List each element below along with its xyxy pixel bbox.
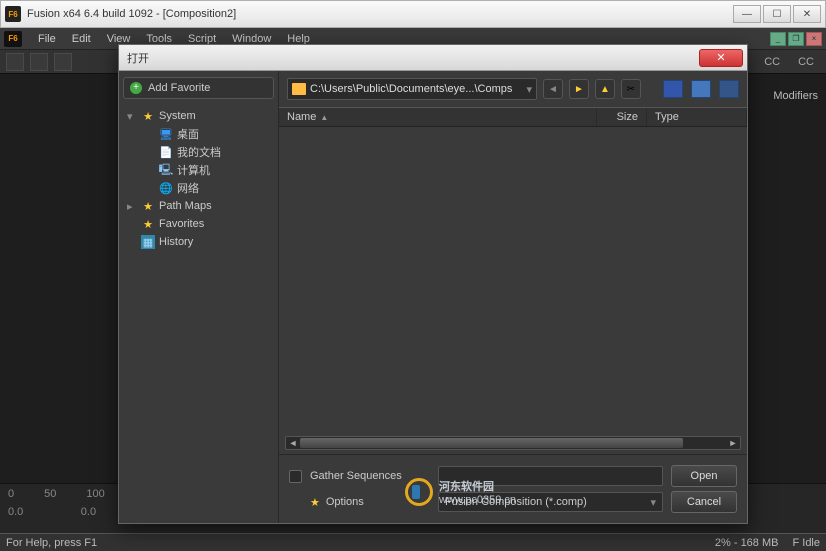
computer-icon: 🖳 [159, 163, 173, 177]
open-button[interactable]: Open [671, 465, 737, 487]
star-icon: ★ [141, 199, 155, 213]
monitor-icon: 🖥 [159, 127, 173, 141]
column-name[interactable]: Name▲ [279, 108, 597, 126]
star-icon: ★ [310, 496, 320, 509]
nav-back-button[interactable]: ◄ [543, 79, 563, 99]
window-title: Fusion x64 6.4 build 1092 - [Composition… [27, 8, 731, 20]
menu-file[interactable]: File [30, 28, 64, 49]
path-input[interactable]: C:\Users\Public\Documents\eye...\Comps ▾ [287, 78, 537, 100]
cancel-button[interactable]: Cancel [671, 491, 737, 513]
time-start[interactable]: 0.0 [8, 506, 48, 518]
folder-tree: ▾★System 🖥桌面 📄我的文档 🖳计算机 🌐网络 ▸★Path Maps … [123, 107, 274, 251]
dialog-title: 打开 [123, 50, 699, 66]
add-favorite-label: Add Favorite [148, 82, 210, 94]
sort-asc-icon: ▲ [320, 113, 328, 122]
folder-icon: 📄 [159, 145, 173, 159]
status-memory: 2% - 168 MB [715, 537, 779, 549]
gather-sequences-label: Gather Sequences [310, 470, 430, 482]
chevron-down-icon[interactable]: ▾ [526, 83, 532, 96]
nav-refresh-button[interactable]: ✂ [621, 79, 641, 99]
nav-forward-button[interactable]: ► [569, 79, 589, 99]
mdi-restore-button[interactable]: ❐ [788, 32, 804, 46]
tree-pathmaps[interactable]: ▸★Path Maps [123, 197, 274, 215]
view-list-button[interactable] [691, 80, 711, 98]
network-icon: 🌐 [159, 181, 173, 195]
toolbar-label-cc2[interactable]: CC [792, 56, 820, 68]
view-details-button[interactable] [719, 80, 739, 98]
status-bar: For Help, press F1 2% - 168 MB F Idle [0, 533, 826, 551]
plus-icon: + [130, 82, 142, 94]
dialog-sidebar: + Add Favorite ▾★System 🖥桌面 📄我的文档 🖳计算机 🌐… [119, 71, 279, 523]
chevron-down-icon[interactable]: ▾ [650, 496, 656, 509]
window-titlebar: F6 Fusion x64 6.4 build 1092 - [Composit… [0, 0, 826, 28]
app-icon-small: F6 [4, 31, 22, 47]
minimize-button[interactable]: — [733, 5, 761, 23]
scroll-left-icon[interactable]: ◄ [286, 437, 300, 449]
path-row: C:\Users\Public\Documents\eye...\Comps ▾… [279, 71, 747, 107]
dialog-close-button[interactable]: ✕ [699, 49, 743, 67]
star-icon: ★ [141, 217, 155, 231]
dialog-titlebar[interactable]: 打开 ✕ [119, 45, 747, 71]
file-list-header: Name▲ Size Type [279, 107, 747, 127]
toolbar-open-button[interactable] [30, 53, 48, 71]
column-size[interactable]: Size [597, 108, 647, 126]
toolbar-new-button[interactable] [6, 53, 24, 71]
gather-sequences-checkbox[interactable] [289, 470, 302, 483]
toolbar-label-cc1[interactable]: CC [758, 56, 786, 68]
file-list[interactable]: ◄ ► [279, 127, 747, 454]
app-icon: F6 [5, 6, 21, 22]
time-current[interactable]: 0.0 [81, 506, 96, 518]
folder-icon [292, 83, 306, 95]
tree-network[interactable]: 🌐网络 [123, 179, 274, 197]
add-favorite-button[interactable]: + Add Favorite [123, 77, 274, 99]
scrollbar-thumb[interactable] [300, 438, 683, 448]
filename-input[interactable] [438, 466, 663, 486]
panel-modifiers[interactable]: Modifiers [773, 90, 818, 102]
tree-mydocs[interactable]: 📄我的文档 [123, 143, 274, 161]
maximize-button[interactable]: ☐ [763, 5, 791, 23]
tree-computer[interactable]: 🖳计算机 [123, 161, 274, 179]
star-icon: ★ [141, 109, 155, 123]
view-icons-button[interactable] [663, 80, 683, 98]
mdi-close-button[interactable]: × [806, 32, 822, 46]
dialog-bottom: Gather Sequences Open ★ Options Fusion Co… [279, 454, 747, 523]
mdi-minimize-button[interactable]: _ [770, 32, 786, 46]
menu-edit[interactable]: Edit [64, 28, 99, 49]
path-text: C:\Users\Public\Documents\eye...\Comps [310, 83, 512, 95]
filetype-select[interactable]: Fusion Composition (*.comp) ▾ [438, 492, 663, 512]
tree-desktop[interactable]: 🖥桌面 [123, 125, 274, 143]
open-dialog: 打开 ✕ + Add Favorite ▾★System 🖥桌面 📄我的文档 🖳… [118, 44, 748, 524]
close-button[interactable]: ✕ [793, 5, 821, 23]
filetype-value: Fusion Composition (*.comp) [445, 496, 587, 508]
tick: 50 [44, 488, 56, 500]
toolbar-save-button[interactable] [54, 53, 72, 71]
status-help: For Help, press F1 [6, 537, 97, 549]
horizontal-scrollbar[interactable]: ◄ ► [285, 436, 741, 450]
tick: 100 [86, 488, 104, 500]
options-label[interactable]: Options [326, 496, 364, 508]
tree-history[interactable]: ▦History [123, 233, 274, 251]
column-type[interactable]: Type [647, 108, 747, 126]
status-idle: F Idle [792, 537, 820, 549]
history-icon: ▦ [141, 235, 155, 249]
tree-favorites[interactable]: ★Favorites [123, 215, 274, 233]
tick: 0 [8, 488, 14, 500]
scroll-right-icon[interactable]: ► [726, 437, 740, 449]
nav-up-button[interactable]: ▲ [595, 79, 615, 99]
tree-system[interactable]: ▾★System [123, 107, 274, 125]
